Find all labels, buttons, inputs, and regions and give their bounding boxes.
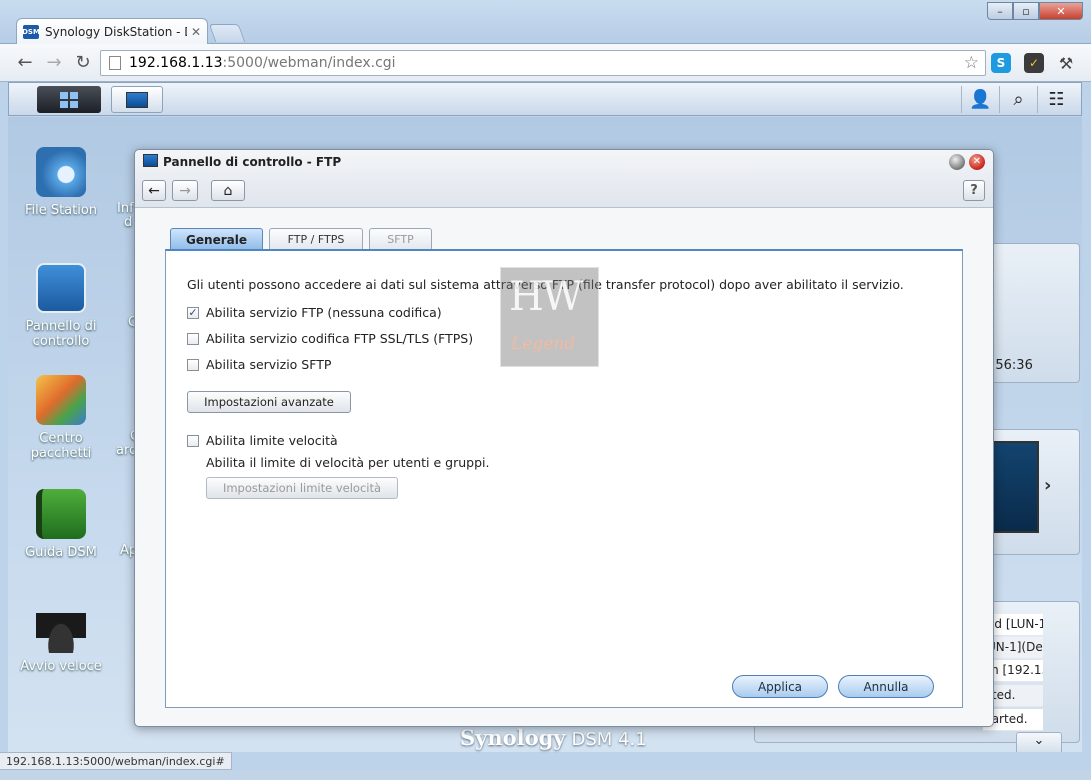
- tab-sftp[interactable]: SFTP: [369, 228, 432, 250]
- desktop-icon-label: Guida DSM: [25, 545, 97, 560]
- advanced-settings-button[interactable]: Impostazioni avanzate: [187, 391, 351, 413]
- file-station-icon: [36, 147, 86, 197]
- control-panel-icon: [126, 91, 148, 108]
- desktop-icon-label: File Station: [24, 203, 98, 218]
- desktop-icon-label: Centro pacchetti: [30, 431, 92, 461]
- control-panel-taskbar-button[interactable]: [111, 86, 163, 113]
- forward-arrow-icon[interactable]: →: [43, 52, 65, 74]
- window-bottom-border: [0, 770, 1091, 780]
- tab-generale[interactable]: Generale: [170, 228, 263, 250]
- tab-title: Synology DiskStation - Disk: [45, 25, 187, 39]
- checkbox-box[interactable]: [187, 434, 199, 447]
- desktop-icon-label: Avvio veloce: [20, 659, 102, 674]
- url-path: :5000/webman/index.cgi: [222, 55, 396, 71]
- page-icon: [109, 56, 121, 70]
- tab-ftp-ftps[interactable]: FTP / FTPS: [269, 228, 363, 250]
- home-button[interactable]: ⌂: [211, 180, 245, 201]
- main-menu-button[interactable]: [37, 86, 101, 113]
- control-panel-icon: [143, 154, 158, 167]
- browser-toolbar: ← → ↻ 192.168.1.13:5000/webman/index.cgi…: [0, 44, 1091, 82]
- cancel-button[interactable]: Annulla: [838, 675, 934, 698]
- speed-limit-settings-button[interactable]: Impostazioni limite velocità: [206, 477, 398, 499]
- help-book-icon: [36, 489, 86, 539]
- help-button[interactable]: ?: [963, 180, 985, 201]
- widgets-icon[interactable]: ☷: [1037, 86, 1075, 113]
- back-button[interactable]: ←: [142, 180, 166, 201]
- enable-ftp-checkbox[interactable]: ✓ Abilita servizio FTP (nessuna codifica…: [187, 305, 442, 320]
- desktop-partial-label: Inf: [117, 201, 134, 216]
- checkbox-box[interactable]: [187, 358, 199, 371]
- window-title: Pannello di controllo - FTP: [163, 155, 342, 169]
- desktop-icon-label: Pannello di controllo: [25, 319, 97, 349]
- enable-sftp-checkbox[interactable]: Abilita servizio SFTP: [187, 357, 331, 372]
- control-panel-ftp-window: Pannello di controllo - FTP ✕ ← → ⌂ ? Ge…: [134, 149, 994, 727]
- forward-button[interactable]: →: [172, 180, 198, 201]
- checkbox-label: Abilita servizio FTP (nessuna codifica): [206, 305, 442, 320]
- user-icon[interactable]: 👤: [961, 86, 999, 113]
- speed-limit-description: Abilita il limite di velocità per utenti…: [206, 455, 490, 470]
- dsm-favicon-icon: DSM: [22, 25, 40, 39]
- home-icon: ⌂: [223, 182, 233, 199]
- dsm-taskbar: 👤 ⌕ ☷: [8, 82, 1082, 116]
- magic-hat-icon: [36, 603, 86, 653]
- window-close-button[interactable]: ✕: [969, 154, 985, 170]
- apply-button[interactable]: Applica: [732, 675, 828, 698]
- grid-icon: [60, 91, 78, 108]
- browser-status-bar: 192.168.1.13:5000/webman/index.cgi#: [0, 752, 232, 770]
- maximize-button[interactable]: ▫: [1013, 2, 1039, 20]
- checkbox-label: Abilita servizio SFTP: [206, 357, 332, 372]
- enable-speed-limit-checkbox[interactable]: Abilita limite velocità: [187, 433, 338, 448]
- url-host: 192.168.1.13: [129, 55, 223, 71]
- synology-logo: Synology DSM 4.1: [460, 725, 647, 750]
- desktop-icon-quick-start[interactable]: Avvio veloce: [8, 603, 114, 674]
- search-icon[interactable]: ⌕: [999, 86, 1037, 113]
- checkbox-box[interactable]: ✓: [187, 306, 199, 319]
- settings-tabs: Generale FTP / FTPS SFTP: [170, 228, 438, 250]
- reload-icon[interactable]: ↻: [72, 52, 94, 74]
- bookmark-star-icon[interactable]: ☆: [964, 53, 979, 73]
- window-header: Pannello di controllo - FTP ✕ ← → ⌂ ?: [135, 150, 993, 208]
- desktop-icon-control-panel[interactable]: Pannello di controllo: [8, 263, 114, 349]
- window-minimize-button[interactable]: [949, 154, 965, 170]
- hwlegend-watermark: HW Legend: [500, 267, 599, 367]
- package-center-icon: [36, 375, 86, 425]
- new-tab-button[interactable]: [208, 24, 246, 42]
- skype-extension-icon[interactable]: S: [991, 53, 1011, 73]
- desktop-icon-file-station[interactable]: File Station: [8, 147, 114, 218]
- brand-name: Synology: [460, 725, 566, 750]
- browser-tab[interactable]: DSM Synology DiskStation - Disk ✕: [16, 18, 208, 45]
- desktop-icon-dsm-help[interactable]: Guida DSM: [8, 489, 114, 560]
- checkbox-box[interactable]: [187, 332, 199, 345]
- checkbox-label: Abilita servizio codifica FTP SSL/TLS (F…: [206, 331, 474, 346]
- desktop-partial-label: d: [124, 215, 133, 230]
- desktop-icon-package-center[interactable]: Centro pacchetti: [8, 375, 114, 461]
- checkbox-label: Abilita limite velocità: [206, 433, 338, 448]
- collapse-widgets-button[interactable]: ⌄: [1016, 732, 1062, 752]
- tab-close-icon[interactable]: ✕: [191, 25, 201, 39]
- enable-ftps-checkbox[interactable]: Abilita servizio codifica FTP SSL/TLS (F…: [187, 331, 473, 346]
- monitor-graph: [991, 441, 1039, 533]
- clock-text: :56:36: [991, 358, 1033, 373]
- control-panel-icon: [36, 263, 86, 313]
- watermark-bottom: Legend: [511, 334, 576, 354]
- browser-titlebar: DSM Synology DiskStation - Disk ✕ – ▫ ✕: [0, 0, 1091, 45]
- extension-check-icon[interactable]: ✓: [1024, 53, 1044, 73]
- chevron-right-icon[interactable]: ›: [1044, 475, 1051, 496]
- wrench-icon[interactable]: ⚒: [1056, 53, 1076, 73]
- brand-version: DSM 4.1: [571, 729, 647, 750]
- back-arrow-icon[interactable]: ←: [14, 52, 36, 74]
- close-window-button[interactable]: ✕: [1039, 2, 1083, 20]
- watermark-top: HW: [509, 274, 583, 320]
- address-bar[interactable]: 192.168.1.13:5000/webman/index.cgi ☆: [100, 50, 986, 76]
- minimize-button[interactable]: –: [987, 2, 1013, 20]
